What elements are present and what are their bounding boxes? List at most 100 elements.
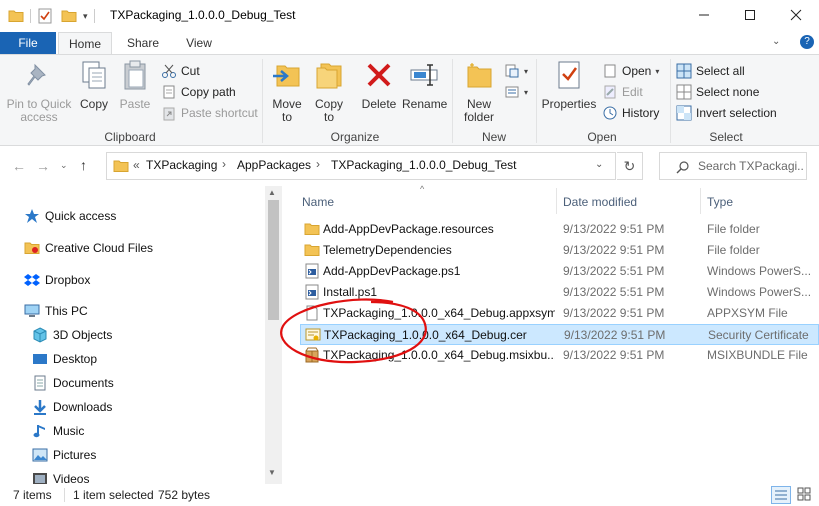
- history-button[interactable]: History: [602, 103, 659, 123]
- up-arrow-icon[interactable]: ↑: [80, 157, 87, 173]
- blank-file-icon: [306, 305, 318, 321]
- column-header-name[interactable]: Name: [302, 195, 334, 209]
- scroll-up-icon[interactable]: ▲: [268, 188, 276, 197]
- nav-item-music[interactable]: Music: [32, 420, 84, 442]
- help-button[interactable]: ?: [800, 35, 814, 49]
- easy-access-button[interactable]: ▾: [504, 82, 528, 102]
- new-group-label: New: [481, 130, 506, 144]
- tab-home[interactable]: Home: [58, 32, 112, 54]
- select-all-button[interactable]: Select all: [676, 61, 745, 81]
- nav-label: Pictures: [53, 448, 97, 462]
- breadcrumb-item[interactable]: AppPackages: [237, 158, 311, 172]
- ribbon-divider: [536, 59, 537, 143]
- table-row[interactable]: TXPackaging_1.0.0.0_x64_Debug.appxsym 9/…: [300, 303, 819, 324]
- select-group-label: Select: [709, 130, 743, 144]
- rename-button[interactable]: Rename: [402, 59, 447, 111]
- file-name: Add-AppDevPackage.ps1: [323, 264, 461, 278]
- forward-arrow-icon[interactable]: →: [36, 158, 50, 174]
- expand-ribbon-icon[interactable]: ⌄: [772, 36, 780, 47]
- breadcrumb-chevron-icon[interactable]: ›: [316, 157, 320, 171]
- tab-view[interactable]: View: [172, 32, 226, 54]
- tab-file[interactable]: File: [0, 32, 56, 54]
- move-to-button[interactable]: Move to: [268, 59, 306, 124]
- refresh-button[interactable]: ↻: [617, 152, 643, 180]
- nav-item-downloads[interactable]: Downloads: [32, 396, 112, 418]
- file-name: TelemetryDependencies: [323, 243, 452, 257]
- column-header-date[interactable]: Date modified: [563, 195, 637, 209]
- window-title: TXPackaging_1.0.0.0_Debug_Test: [110, 8, 296, 22]
- breadcrumb-chevron-icon[interactable]: ›: [222, 157, 226, 171]
- folder-icon: [113, 160, 129, 172]
- file-type: File folder: [707, 222, 760, 236]
- scroll-down-icon[interactable]: ▼: [268, 468, 276, 477]
- nav-item-quick-access[interactable]: Quick access: [24, 205, 116, 227]
- table-row[interactable]: Add-AppDevPackage.resources 9/13/2022 9:…: [300, 219, 819, 240]
- close-button[interactable]: [773, 0, 819, 30]
- nav-item-dropbox[interactable]: Dropbox: [24, 269, 90, 291]
- table-row[interactable]: Add-AppDevPackage.ps1 9/13/2022 5:51 PM …: [300, 261, 819, 282]
- file-name: Install.ps1: [323, 285, 378, 299]
- copy-icon: [82, 61, 106, 89]
- breadcrumb-item[interactable]: TXPackaging_1.0.0.0_Debug_Test: [331, 158, 516, 172]
- large-icons-view-button[interactable]: [795, 486, 815, 504]
- star-icon: [25, 209, 39, 223]
- copy-path-button[interactable]: Copy path: [161, 82, 236, 102]
- cc-folder-icon: [24, 242, 40, 254]
- table-row[interactable]: Install.ps1 9/13/2022 5:51 PM Windows Po…: [300, 282, 819, 303]
- breadcrumb-overflow[interactable]: «: [133, 158, 140, 172]
- scissors-icon: [162, 64, 176, 78]
- back-arrow-icon[interactable]: ←: [12, 158, 26, 174]
- tab-share[interactable]: Share: [116, 32, 170, 54]
- cut-button[interactable]: Cut: [161, 61, 200, 81]
- search-input[interactable]: Search TXPackagi...: [659, 152, 807, 180]
- minimize-button[interactable]: [681, 0, 727, 30]
- nav-item-documents[interactable]: Documents: [32, 372, 114, 394]
- delete-button[interactable]: Delete: [360, 59, 398, 111]
- invert-selection-button[interactable]: Invert selection: [676, 103, 777, 123]
- address-dropdown-icon[interactable]: ⌄: [595, 159, 603, 170]
- details-view-button[interactable]: [771, 486, 791, 504]
- folder-icon: [304, 223, 320, 235]
- breadcrumb-item[interactable]: TXPackaging: [146, 158, 217, 172]
- table-row[interactable]: TelemetryDependencies 9/13/2022 9:51 PM …: [300, 240, 819, 261]
- nav-item-desktop[interactable]: Desktop: [32, 348, 97, 370]
- column-divider[interactable]: [556, 188, 557, 214]
- nav-item-3d-objects[interactable]: 3D Objects: [32, 324, 112, 346]
- copy-button[interactable]: Copy: [76, 59, 112, 111]
- recent-locations-icon[interactable]: ⌄: [60, 160, 68, 171]
- copy-to-button[interactable]: Copy to: [310, 59, 348, 124]
- dropbox-icon: [24, 274, 40, 286]
- file-name: TXPackaging_1.0.0.0_x64_Debug.msixbu...: [323, 348, 555, 362]
- new-folder-button[interactable]: New folder: [458, 59, 500, 124]
- paste-shortcut-button[interactable]: Paste shortcut: [161, 103, 258, 123]
- file-name: Add-AppDevPackage.resources: [323, 222, 494, 236]
- new-folder-label: New folder: [463, 97, 495, 124]
- nav-item-this-pc[interactable]: This PC: [24, 300, 88, 322]
- column-header-type[interactable]: Type: [707, 195, 733, 209]
- column-divider[interactable]: [700, 188, 701, 214]
- edit-button[interactable]: Edit: [602, 82, 643, 102]
- nav-item-creative-cloud[interactable]: Creative Cloud Files: [24, 237, 153, 259]
- close-icon: [790, 9, 802, 21]
- select-none-button[interactable]: Select none: [676, 82, 759, 102]
- nav-label: Dropbox: [45, 273, 91, 287]
- paste-button[interactable]: Paste: [116, 59, 154, 111]
- documents-icon: [34, 375, 46, 391]
- move-to-icon: [273, 65, 300, 87]
- maximize-button[interactable]: [727, 0, 773, 30]
- nav-scrollbar-thumb[interactable]: [268, 200, 279, 320]
- table-row-selected[interactable]: TXPackaging_1.0.0.0_x64_Debug.cer 9/13/2…: [300, 324, 819, 345]
- properties-button[interactable]: Properties: [540, 59, 598, 111]
- table-row[interactable]: TXPackaging_1.0.0.0_x64_Debug.msixbu... …: [300, 345, 819, 366]
- new-item-icon: [505, 64, 519, 78]
- open-button[interactable]: Open ▾: [602, 61, 659, 81]
- nav-item-pictures[interactable]: Pictures: [32, 444, 96, 466]
- customize-qat-icon[interactable]: ▾: [83, 11, 88, 22]
- pin-to-quick-access-button[interactable]: Pin to Quick access: [4, 59, 74, 124]
- edit-label: Edit: [622, 85, 643, 99]
- new-item-button[interactable]: ▾: [504, 61, 528, 81]
- folder-icon[interactable]: [8, 8, 24, 24]
- select-none-label: Select none: [696, 85, 760, 99]
- new-folder-icon[interactable]: [61, 8, 77, 24]
- properties-check-icon[interactable]: [37, 8, 53, 24]
